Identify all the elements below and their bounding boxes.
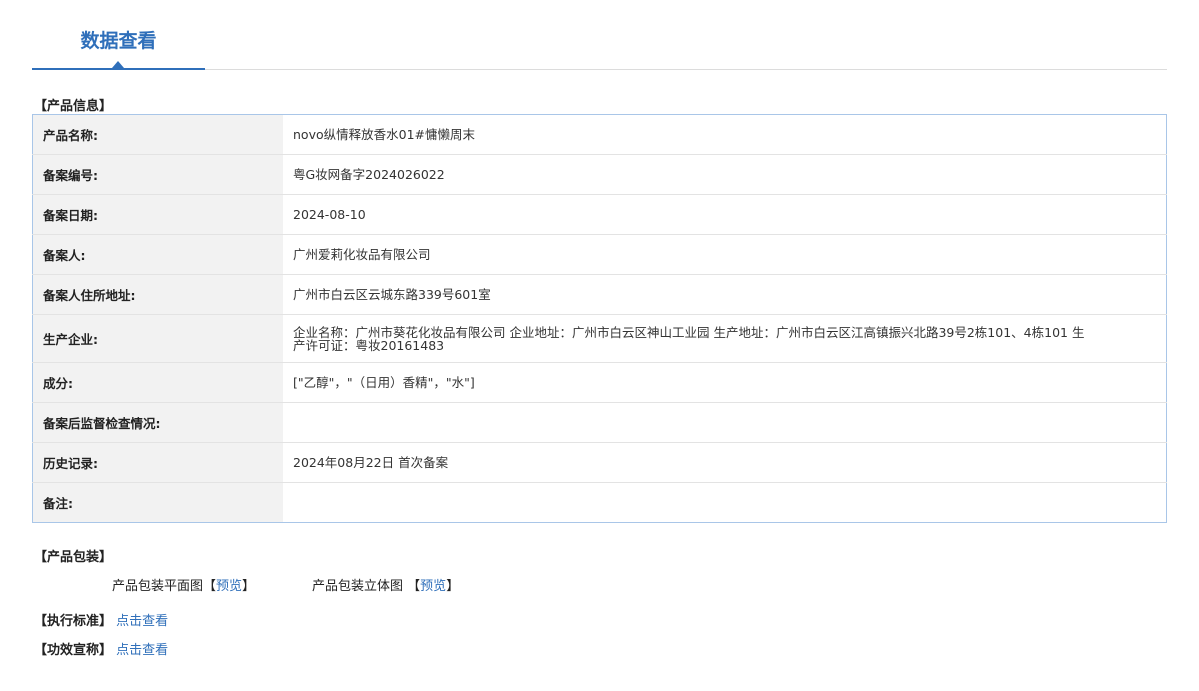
table-row: 备案后监督检查情况: [32,402,1167,443]
row-label: 备案日期: [32,194,283,235]
tab-caret-icon [112,61,124,68]
table-row: 产品名称: novo纵情释放香水01#慵懒周末 [32,114,1167,155]
table-row: 备案人: 广州爱莉化妆品有限公司 [32,234,1167,275]
stereo-package-label: 产品包装立体图 [312,579,404,594]
row-label: 备案后监督检查情况: [32,402,283,443]
row-value [283,482,1167,523]
row-value: 2024年08月22日 首次备案 [283,442,1167,483]
row-label: 历史记录: [32,442,283,483]
row-value: 2024-08-10 [283,194,1167,235]
standard-view-link[interactable]: 点击查看 [116,614,168,629]
stereo-package-preview-link[interactable]: 预览 [420,579,446,594]
stereo-package-row: 产品包装立体图 【预览】 [312,575,459,594]
table-row: 备注: [32,482,1167,523]
bracket-close: 】 [446,579,460,594]
row-value: novo纵情释放香水01#慵懒周末 [293,127,475,142]
flat-package-label: 产品包装平面图 [112,579,204,594]
product-info-section-title: 【产品信息】 [34,99,113,114]
row-label: 备案人住所地址: [32,274,283,315]
product-info-table: 产品名称: novo纵情释放香水01#慵懒周末 备案编号: 粤G妆网备字2024… [32,114,1167,523]
flat-package-preview-link[interactable]: 预览 [216,579,242,594]
efficacy-view-link[interactable]: 点击查看 [116,643,168,658]
row-value: 企业名称：广州市葵花化妆品有限公司 企业地址：广州市白云区神山工业园 生产地址：… [283,314,1167,363]
table-row: 成分: ["乙醇"，"（日用）香精"，"水"] [32,362,1167,403]
row-label: 成分: [32,362,283,403]
row-value: ["乙醇"，"（日用）香精"，"水"] [283,362,1167,403]
tab-data-view[interactable]: 数据查看 [32,0,205,70]
row-label: 备案人: [32,234,283,275]
row-label: 产品名称: [32,114,283,155]
row-value: 广州市白云区云城东路339号601室 [283,274,1167,315]
page-header: 数据查看 [32,0,1167,70]
table-row: 备案编号: 粤G妆网备字2024026022 [32,154,1167,195]
tab-data-view-label: 数据查看 [80,30,157,52]
bracket-open: 【 [407,579,421,594]
standard-label: 【执行标准】 [34,614,113,629]
row-label: 生产企业: [32,314,283,363]
efficacy-label: 【功效宣称】 [34,643,113,658]
efficacy-row: 【功效宣称】 点击查看 [34,639,168,658]
bracket-close: 】 [242,579,256,594]
table-row: 备案日期: 2024-08-10 [32,194,1167,235]
flat-package-row: 产品包装平面图【预览】 [112,575,255,594]
row-value: 广州爱莉化妆品有限公司 [283,234,1167,275]
table-row: 生产企业: 企业名称：广州市葵花化妆品有限公司 企业地址：广州市白云区神山工业园… [32,314,1167,363]
packaging-section-title: 【产品包装】 [34,550,113,565]
bracket-open: 【 [203,579,217,594]
table-row: 备案人住所地址: 广州市白云区云城东路339号601室 [32,274,1167,315]
row-label: 备案编号: [32,154,283,195]
row-value [283,402,1167,443]
table-row: 历史记录: 2024年08月22日 首次备案 [32,442,1167,483]
row-value: 粤G妆网备字2024026022 [283,154,1167,195]
standard-row: 【执行标准】 点击查看 [34,610,168,629]
row-label: 备注: [32,482,283,523]
